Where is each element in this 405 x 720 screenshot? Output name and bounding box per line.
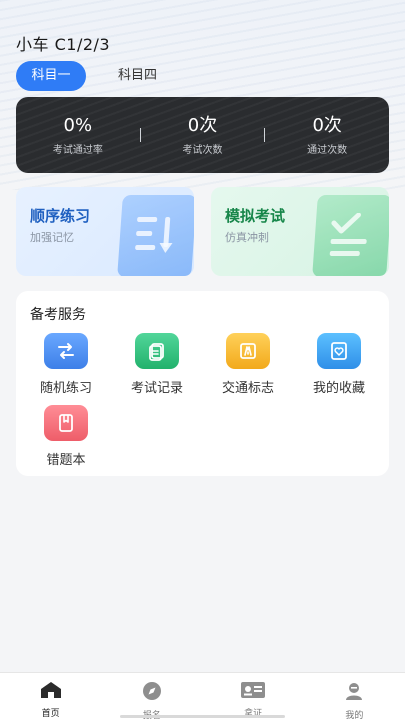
stat-label: 考试通过率	[52, 144, 103, 156]
tab-subject-four[interactable]: 科目四	[104, 61, 171, 91]
service-label: 随机练习	[39, 381, 92, 396]
subject-tabs: 科目一 科目四	[16, 61, 171, 91]
page-title: 小车 C1/2/3	[16, 35, 111, 54]
service-label: 交通标志	[221, 381, 274, 396]
tab-subject-one[interactable]: 科目一	[16, 61, 86, 91]
card-subtitle: 加强记忆	[30, 231, 74, 244]
stat-label: 通过次数	[307, 144, 348, 156]
card-title: 模拟考试	[225, 207, 286, 225]
random-practice-button[interactable]: 随机练习	[26, 333, 106, 396]
section-title: 备考服务	[30, 307, 86, 323]
profile-icon	[346, 683, 363, 700]
shuffle-icon	[44, 333, 88, 369]
record-icon	[135, 333, 179, 369]
nav-get-license[interactable]: 拿证	[203, 673, 304, 720]
home-icon	[40, 682, 61, 698]
my-favorites-button[interactable]: 我的收藏	[299, 333, 379, 396]
stats-panel: 0% 考试通过率 0次 考试次数 0次 通过次数	[16, 97, 389, 173]
license-icon	[241, 682, 266, 698]
exam-prep-services: 备考服务 随机练习 考试记录 交通标志 我的收藏 错题本	[16, 291, 389, 476]
nav-profile[interactable]: 我的	[304, 673, 405, 720]
stat-value: 0%	[63, 114, 93, 136]
service-label: 错题本	[46, 453, 86, 468]
nav-label: 首页	[41, 709, 60, 719]
card-title: 顺序练习	[30, 207, 91, 225]
nav-label: 我的	[345, 711, 364, 720]
home-indicator	[120, 715, 285, 718]
card-subtitle: 仿真冲刺	[225, 231, 269, 244]
check-list-icon	[312, 195, 389, 276]
service-label: 我的收藏	[312, 381, 365, 396]
wrong-book-icon	[44, 405, 88, 441]
traffic-signs-button[interactable]: 交通标志	[208, 333, 288, 396]
sequential-practice-card[interactable]: 顺序练习 加强记忆	[16, 187, 194, 276]
exam-record-button[interactable]: 考试记录	[117, 333, 197, 396]
favorite-icon	[317, 333, 361, 369]
stat-exam-count: 0次 考试次数	[141, 115, 265, 156]
nav-label: 报名	[101, 708, 202, 720]
service-label: 考试记录	[130, 381, 183, 396]
stat-value: 0次	[312, 114, 342, 136]
stat-label: 考试次数	[182, 144, 223, 156]
stat-pass-count: 0次 通过次数	[265, 115, 389, 156]
nav-home[interactable]: 首页	[0, 673, 101, 720]
road-sign-icon	[226, 333, 270, 369]
wrong-questions-book-button[interactable]: 错题本	[26, 405, 106, 468]
mock-exam-card[interactable]: 模拟考试 仿真冲刺	[211, 187, 389, 276]
stat-value: 0次	[187, 114, 218, 136]
stat-pass-rate: 0% 考试通过率	[16, 115, 140, 156]
list-icon	[117, 195, 194, 276]
bottom-navigation: 首页 报名 拿证 我的	[0, 672, 405, 720]
nav-register[interactable]: 报名	[101, 673, 202, 720]
compass-icon	[142, 682, 161, 700]
